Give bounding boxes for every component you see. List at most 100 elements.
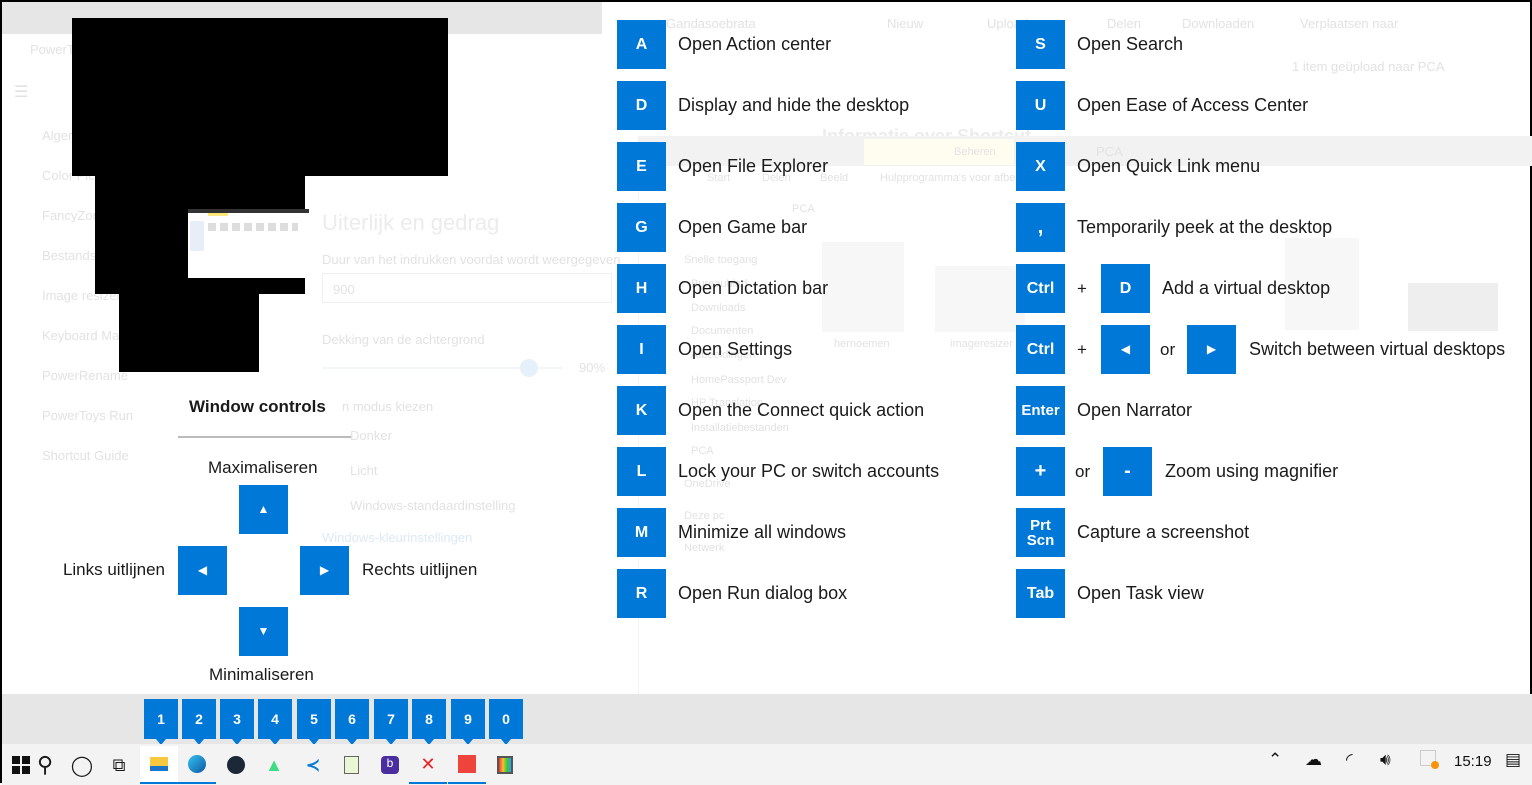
press-duration-input[interactable]: 900 <box>322 273 612 303</box>
key-plus: + <box>1016 447 1065 496</box>
plus-separator: + <box>1077 279 1087 298</box>
action-center-icon[interactable]: ▤ <box>1505 750 1521 770</box>
app-b-icon[interactable]: b <box>371 746 409 784</box>
left-arrow-key: ◀ <box>1101 325 1150 374</box>
right-arrow-key: ▶ <box>1187 325 1236 374</box>
taskbar-number-badge: 7 <box>374 699 408 745</box>
shortcut-desc: Open Run dialog box <box>678 583 848 603</box>
taskbar-number-badge: 4 <box>258 699 292 745</box>
file-thumbnail[interactable] <box>935 266 1025 332</box>
vscode-icon[interactable]: ≺ <box>294 746 332 784</box>
shortcut-desc: Open Search <box>1077 34 1184 54</box>
show-hidden-icons-chevron-icon[interactable]: ⌃ <box>1268 750 1282 770</box>
toolbar-download[interactable]: Downloaden <box>1182 16 1254 31</box>
volume-icon[interactable]: 🔊︎ <box>1380 750 1391 770</box>
taskbar-number-badge: 2 <box>182 699 216 745</box>
triangle-right-icon: ▶ <box>1206 342 1217 356</box>
notepad-icon[interactable] <box>332 746 370 784</box>
key-ctrl: Ctrl <box>1016 325 1065 374</box>
key-h: H <box>617 264 666 313</box>
hamburger-menu-icon: ☰ <box>14 84 29 101</box>
right-arrow-key: ▶ <box>300 546 349 595</box>
window-thumbnail <box>188 209 309 278</box>
file-explorer-icon[interactable] <box>140 746 178 784</box>
explorer-path[interactable]: PCA <box>792 203 815 215</box>
taskbar-number-badge: 1 <box>144 699 178 745</box>
shortcut-desc: Open Dictation bar <box>678 278 829 298</box>
key-k: K <box>617 386 666 435</box>
shortcut-desc: Minimize all windows <box>678 522 847 542</box>
onedrive-user: Gandasoebrata <box>666 16 756 31</box>
key-m: M <box>617 508 666 557</box>
theme-option[interactable]: Donker <box>350 428 392 443</box>
shortcut-desc: Switch between virtual desktops <box>1249 339 1506 359</box>
triangle-down-icon: ▼ <box>257 624 270 638</box>
upload-toast: 1 item geüpload naar PCA <box>1292 59 1445 74</box>
powertoys-icon[interactable] <box>486 746 524 784</box>
android-studio-icon[interactable]: ▲ <box>255 746 293 784</box>
or-separator: or <box>1075 462 1091 481</box>
steam-icon[interactable] <box>217 746 255 784</box>
key-ctrl: Ctrl <box>1016 264 1065 313</box>
window-controls-title: Window controls <box>189 397 326 416</box>
key-minus: - <box>1103 447 1152 496</box>
opacity-slider[interactable] <box>322 359 562 377</box>
sidebar-item[interactable]: PowerToys Run <box>42 408 133 423</box>
triangle-left-icon: ◀ <box>197 563 208 577</box>
maximize-label: Maximaliseren <box>208 458 318 477</box>
taskbar-number-badge: 5 <box>297 699 331 745</box>
cortana-icon[interactable]: ◯ <box>63 746 101 784</box>
key-g: G <box>617 203 666 252</box>
theme-label: n modus kiezen <box>342 399 434 414</box>
shortcut-desc: Open File Explorer <box>678 156 829 176</box>
minimize-label: Minimaliseren <box>209 665 314 684</box>
taskbar-number-badge: 3 <box>220 699 254 745</box>
redacted-block <box>119 294 259 372</box>
shortcut-desc: Open Task view <box>1077 583 1204 603</box>
triangle-right-icon: ▶ <box>319 563 330 577</box>
down-arrow-key: ▼ <box>239 607 288 656</box>
wifi-icon[interactable]: ◜ <box>1346 750 1353 770</box>
opacity-label: Dekking van de achtergrond <box>322 332 485 347</box>
shortcut-desc: Zoom using magnifier <box>1165 461 1339 481</box>
onedrive-offline-icon[interactable]: ☁ <box>1305 750 1322 770</box>
anydesk-icon[interactable] <box>448 746 486 784</box>
snap-left-label: Links uitlijnen <box>62 560 165 579</box>
key-l: L <box>617 447 666 496</box>
explorer-context-tab[interactable]: Beheren <box>864 139 1014 165</box>
task-view-icon[interactable]: ⧉ <box>100 746 138 784</box>
taskbar-number-badge: 8 <box>412 699 446 745</box>
taskbar-number-badge: 6 <box>335 699 369 745</box>
key-u: U <box>1016 81 1065 130</box>
toolbar-new[interactable]: Nieuw <box>887 16 923 31</box>
key-d: D <box>1101 264 1150 313</box>
xming-icon[interactable]: ✕ <box>409 746 447 784</box>
key-d: D <box>617 81 666 130</box>
sidebar-item[interactable]: Shortcut Guide <box>42 448 129 463</box>
key-r: R <box>617 569 666 618</box>
key-comma: , <box>1016 203 1065 252</box>
shortcut-desc: Open Settings <box>678 339 793 359</box>
theme-option[interactable]: Windows-standaardinstelling <box>350 498 515 513</box>
sidebar-item[interactable]: PowerRename <box>42 368 128 383</box>
taskbar-number-badge: 9 <box>451 699 485 745</box>
edge-icon[interactable] <box>178 746 216 784</box>
snap-right-label: Rechts uitlijnen <box>362 560 478 579</box>
search-icon[interactable]: ⚲ <box>26 746 64 784</box>
taskbar-number-badge: 0 <box>489 699 523 745</box>
left-arrow-key: ◀ <box>178 546 227 595</box>
key-print-screen: Prt Scn <box>1016 508 1065 557</box>
theme-option[interactable]: Licht <box>350 463 377 478</box>
toolbar-move[interactable]: Verplaatsen naar <box>1300 16 1398 31</box>
key-a: A <box>617 20 666 69</box>
update-notification-icon[interactable] <box>1420 750 1439 771</box>
or-separator: or <box>1160 340 1176 359</box>
clock[interactable]: 15:19 <box>1454 753 1492 770</box>
shortcut-desc: Open Game bar <box>678 217 808 237</box>
file-thumbnail[interactable] <box>1408 283 1498 331</box>
color-settings-link[interactable]: Windows-kleurinstellingen <box>322 530 472 545</box>
file-thumbnail[interactable] <box>822 242 904 332</box>
shortcut-desc: Open Ease of Access Center <box>1077 95 1309 115</box>
key-enter: Enter <box>1016 386 1065 435</box>
toolbar-share[interactable]: Delen <box>1107 16 1141 31</box>
